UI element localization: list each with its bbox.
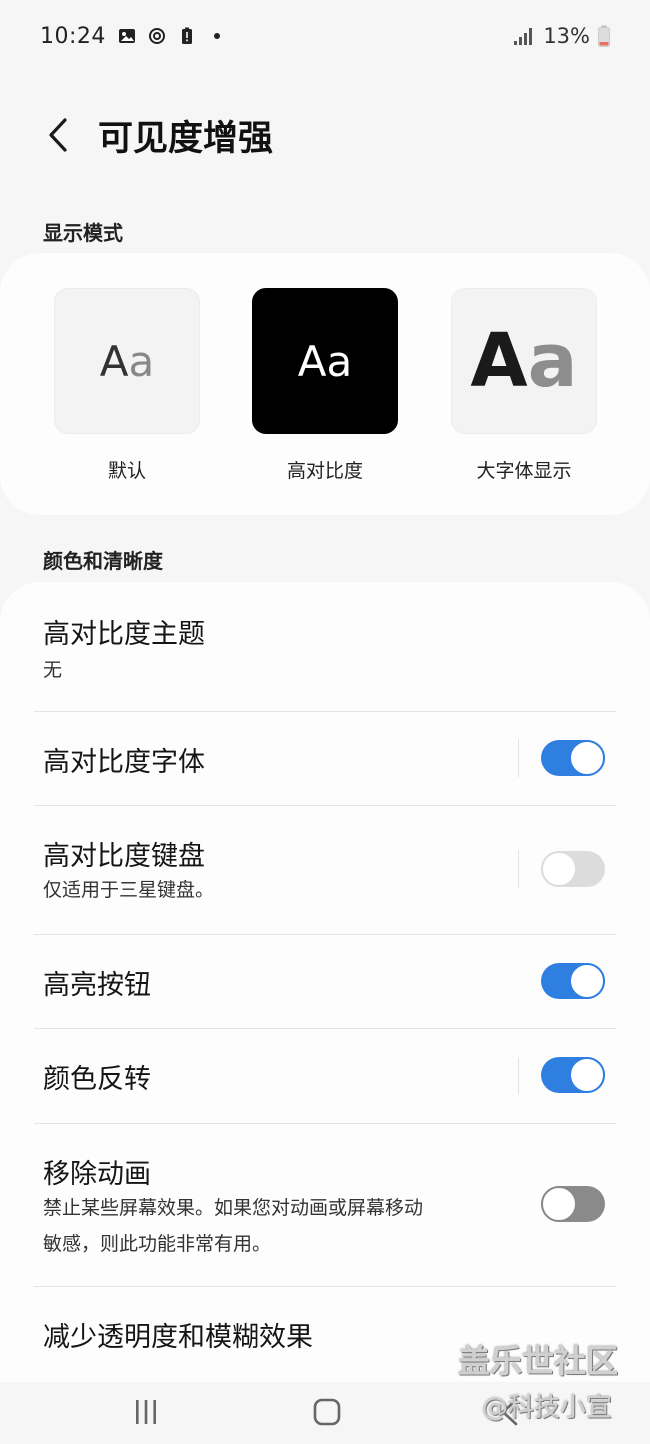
row-title: 减少透明度和模糊效果 <box>43 1322 313 1353</box>
toggle-knob <box>569 1057 605 1093</box>
list-item-high-contrast-theme[interactable]: 高对比度主题 无 <box>0 582 650 712</box>
section-label-display-mode: 显示模式 <box>43 221 123 245</box>
toggle-knob <box>541 1186 577 1222</box>
page-title: 可见度增强 <box>98 119 274 159</box>
mode-name-default: 默认 <box>107 460 146 482</box>
separator <box>518 1057 519 1095</box>
list-item-highlight-buttons[interactable]: 高亮按钮 <box>0 935 650 1028</box>
row-title: 高对比度键盘 <box>43 841 205 872</box>
high-contrast-fonts-toggle[interactable] <box>541 740 605 776</box>
row-title: 移除动画 <box>43 1159 151 1190</box>
mode-option-high-contrast[interactable]: Aa 高对比度 <box>252 288 398 483</box>
separator <box>518 739 519 777</box>
status-bar: 10:24 13% <box>0 0 650 72</box>
toggle-knob <box>569 740 605 776</box>
recents-icon <box>136 1400 156 1424</box>
list-item-remove-animations[interactable]: 移除动画 禁止某些屏幕效果。如果您对动画或屏幕移动 敏感，则此功能非常有用。 <box>0 1124 650 1286</box>
row-subtitle: 仅适用于三星键盘。 <box>43 879 215 901</box>
watermark-community: 盖乐世社区 <box>458 1342 619 1380</box>
mode-thumb-large-font[interactable]: Aa <box>451 288 597 434</box>
mode-sample-text: Aa <box>99 336 155 386</box>
mode-sample-text: Aa <box>297 336 353 386</box>
toggle-knob <box>569 963 605 999</box>
row-title: 高对比度字体 <box>43 747 205 778</box>
watermark-author: @科技小宣 <box>482 1393 613 1423</box>
row-subtitle: 敏感，则此功能非常有用。 <box>43 1233 272 1255</box>
list-item-color-inversion[interactable]: 颜色反转 <box>0 1029 650 1123</box>
signal-icon <box>514 28 533 45</box>
recents-button[interactable] <box>116 1392 176 1432</box>
mode-option-large-font[interactable]: Aa 大字体显示 <box>451 288 597 483</box>
mode-option-default[interactable]: Aa 默认 <box>54 288 200 483</box>
separator <box>518 850 519 888</box>
battery-percent: 13% <box>543 24 590 48</box>
row-title: 高亮按钮 <box>43 970 151 1001</box>
mode-name-high-contrast: 高对比度 <box>286 460 363 482</box>
status-right: 13% <box>513 24 610 48</box>
app-header: 可见度增强 <box>0 100 650 170</box>
row-title: 颜色反转 <box>43 1064 151 1095</box>
mode-name-large-font: 大字体显示 <box>476 460 572 482</box>
list-item-high-contrast-fonts[interactable]: 高对比度字体 <box>0 712 650 805</box>
dot-icon <box>213 33 220 39</box>
mode-thumb-high-contrast[interactable]: Aa <box>252 288 398 434</box>
row-subtitle: 无 <box>43 659 63 681</box>
home-button[interactable] <box>297 1392 357 1432</box>
battery-icon <box>598 25 610 47</box>
status-left: 10:24 <box>40 24 226 49</box>
section-label-color-clarity: 颜色和清晰度 <box>43 549 163 573</box>
mode-sample-text: Aa <box>470 318 578 404</box>
display-mode-card: Aa 默认 Aa 高对比度 Aa 大字体显示 <box>0 253 650 515</box>
home-icon <box>313 1398 341 1426</box>
toggle-knob <box>541 851 577 887</box>
gallery-icon <box>118 29 135 43</box>
row-title: 高对比度主题 <box>43 619 205 650</box>
back-button[interactable] <box>38 112 78 158</box>
sync-icon <box>148 28 165 44</box>
color-clarity-card: 高对比度主题 无 高对比度字体 高对比度键盘 仅适用于三星键盘。 高亮按钮 颜色… <box>0 582 650 1382</box>
battery-alert-icon <box>181 27 192 44</box>
color-inversion-toggle[interactable] <box>541 1057 605 1093</box>
status-time: 10:24 <box>40 23 106 49</box>
list-item-high-contrast-keyboard[interactable]: 高对比度键盘 仅适用于三星键盘。 <box>0 806 650 934</box>
remove-animations-toggle[interactable] <box>541 1186 605 1222</box>
highlight-buttons-toggle[interactable] <box>541 963 605 999</box>
row-subtitle: 禁止某些屏幕效果。如果您对动画或屏幕移动 <box>43 1197 424 1219</box>
mode-thumb-default[interactable]: Aa <box>54 288 200 434</box>
high-contrast-keyboard-toggle[interactable] <box>541 851 605 887</box>
chevron-left-icon <box>49 118 67 152</box>
